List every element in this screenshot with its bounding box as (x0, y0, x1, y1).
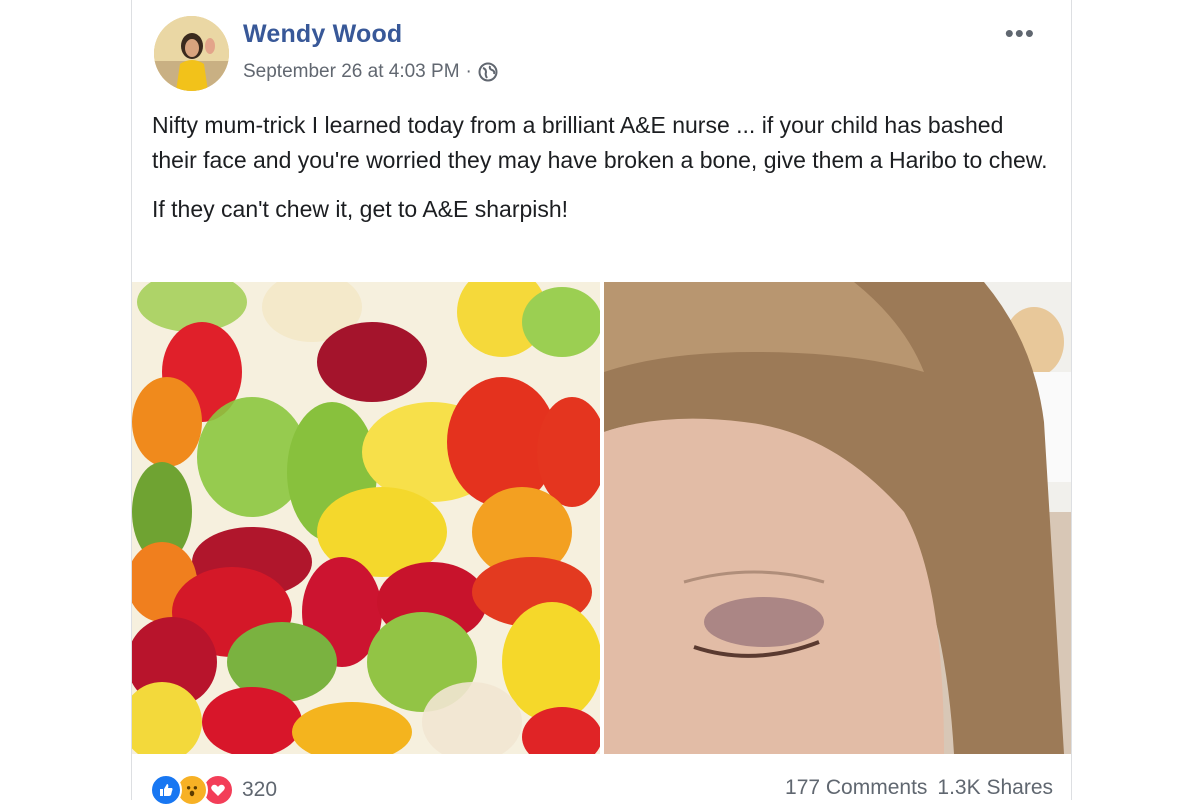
post-meta: September 26 at 4:03 PM · (243, 61, 498, 83)
post-body: Nifty mum-trick I learned today from a b… (152, 108, 1052, 227)
post-timestamp[interactable]: September 26 at 4:03 PM (243, 61, 460, 83)
bruised-eye-child-photo[interactable] (604, 282, 1071, 754)
shares-count-link[interactable]: 1.3K Shares (937, 776, 1053, 799)
globe-icon[interactable] (478, 62, 498, 82)
facebook-post: Wendy Wood September 26 at 4:03 PM · •••… (131, 0, 1072, 806)
post-text-paragraph-1: Nifty mum-trick I learned today from a b… (152, 112, 1048, 173)
more-options-icon[interactable]: ••• (1005, 18, 1035, 49)
reaction-count: 320 (242, 778, 278, 801)
photo-grid (132, 282, 1071, 754)
engagement-counts: 177 Comments 1.3K Shares (785, 776, 1053, 800)
avatar[interactable] (154, 16, 229, 91)
reaction-summary[interactable]: 320 (150, 774, 277, 806)
meta-separator: · (465, 61, 472, 82)
gummy-bears-photo[interactable] (132, 282, 600, 754)
avatar-image (154, 16, 229, 91)
author-name[interactable]: Wendy Wood (243, 20, 402, 49)
comments-count-link[interactable]: 177 Comments (785, 776, 927, 799)
like-icon (150, 774, 182, 806)
post-text-paragraph-2: If they can't chew it, get to A&E sharpi… (152, 196, 569, 222)
post-footer: 320 177 Comments 1.3K Shares (132, 770, 1071, 806)
